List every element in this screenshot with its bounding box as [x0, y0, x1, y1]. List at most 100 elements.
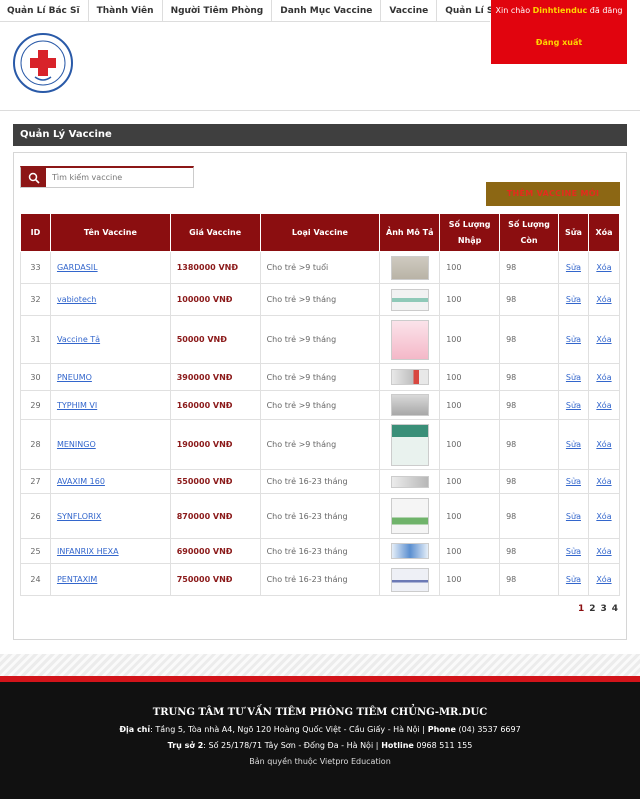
- delete-link[interactable]: Xóa: [596, 335, 611, 344]
- greet-suffix: đã đăng: [587, 6, 623, 15]
- footer-stripes: [0, 654, 640, 676]
- edit-link[interactable]: Sửa: [566, 512, 581, 521]
- search-icon[interactable]: [21, 168, 46, 187]
- table-row: 24 PENTAXIM 750000 VNĐ Cho trẻ 16-23 thá…: [20, 563, 621, 596]
- cell-qty-in: 100: [439, 363, 501, 391]
- add-vaccine-button[interactable]: THÊM VACCINE MỚI: [486, 182, 620, 206]
- vaccine-name-link[interactable]: INFANRIX HEXA: [57, 547, 119, 556]
- edit-link[interactable]: Sửa: [566, 373, 581, 382]
- vaccine-name-link[interactable]: SYNFLORIX: [57, 512, 101, 521]
- cell-price: 190000 VNĐ: [169, 419, 261, 470]
- table-header-row: ID Tên Vaccine Giá Vaccine Loại Vaccine …: [20, 213, 621, 252]
- vaccine-thumbnail: [390, 255, 429, 280]
- nav-item-patients[interactable]: Người Tiêm Phòng: [163, 0, 273, 22]
- nav-item-doctors[interactable]: Quản Lí Bác Sĩ: [0, 0, 89, 22]
- cell-qty-left: 98: [499, 419, 559, 470]
- edit-link[interactable]: Sửa: [566, 440, 581, 449]
- table-row: 31 Vaccine Tả 50000 VNĐ Cho trẻ >9 tháng…: [20, 315, 621, 364]
- vaccine-name-link[interactable]: MENINGO: [57, 440, 96, 449]
- vaccine-name-link[interactable]: TYPHIM VI: [57, 401, 97, 410]
- col-header-name: Tên Vaccine: [49, 213, 171, 252]
- edit-link[interactable]: Sửa: [566, 547, 581, 556]
- vaccine-name-link[interactable]: PENTAXIM: [57, 575, 97, 584]
- edit-link[interactable]: Sửa: [566, 335, 581, 344]
- delete-link[interactable]: Xóa: [596, 440, 611, 449]
- vaccine-name-link[interactable]: AVAXIM 160: [57, 477, 105, 486]
- footer-title: TRUNG TÂM TƯ VẤN TIÊM PHÒNG TIÊM CHỦNG-M…: [152, 707, 488, 718]
- vaccine-thumbnail: [390, 369, 429, 385]
- col-header-image: Ảnh Mô Tả: [379, 213, 441, 252]
- vaccine-name-link[interactable]: GARDASIL: [57, 263, 98, 272]
- cell-id: 32: [20, 283, 51, 316]
- cell-type: Cho trẻ >9 tháng: [259, 315, 381, 364]
- cell-qty-left: 98: [499, 538, 559, 564]
- search-input[interactable]: [46, 168, 193, 187]
- table-row: 28 MENINGO 190000 VNĐ Cho trẻ >9 tháng 1…: [20, 419, 621, 470]
- cell-price: 50000 VNĐ: [169, 315, 261, 364]
- address-text: : Tầng 5, Tòa nhà A4, Ngõ 120 Hoàng Quốc…: [150, 725, 425, 734]
- delete-link[interactable]: Xóa: [596, 547, 611, 556]
- cell-qty-in: 100: [439, 283, 501, 316]
- phone-label: Phone: [424, 725, 456, 734]
- footer-address2-line: Trụ sở 2: Số 25/178/71 Tây Sơn - Đống Đa…: [0, 741, 640, 750]
- top-nav: Quản Lí Bác Sĩ Thành Viên Người Tiêm Phò…: [0, 0, 537, 22]
- cell-type: Cho trẻ 16-23 tháng: [259, 493, 381, 539]
- cell-price: 550000 VNĐ: [169, 469, 261, 494]
- cell-id: 26: [20, 493, 51, 539]
- delete-link[interactable]: Xóa: [596, 263, 611, 272]
- col-header-id: ID: [20, 213, 51, 252]
- vaccine-thumbnail: [390, 567, 429, 592]
- vaccine-name-link[interactable]: PNEUMO: [57, 373, 92, 382]
- cell-qty-left: 98: [499, 493, 559, 539]
- vaccine-thumbnail: [390, 288, 429, 311]
- page-link-3[interactable]: 3: [601, 604, 607, 614]
- cell-qty-left: 98: [499, 390, 559, 420]
- cell-price: 870000 VNĐ: [169, 493, 261, 539]
- search-box: [20, 166, 194, 188]
- delete-link[interactable]: Xóa: [596, 512, 611, 521]
- vaccine-name-link[interactable]: Vaccine Tả: [57, 335, 100, 344]
- cell-qty-in: 100: [439, 419, 501, 470]
- nav-item-vaccine-categories[interactable]: Danh Mục Vaccine: [272, 0, 382, 22]
- cell-qty-in: 100: [439, 390, 501, 420]
- footer: TRUNG TÂM TƯ VẤN TIÊM PHÒNG TIÊM CHỦNG-M…: [0, 682, 640, 799]
- footer-copyright: Bản quyền thuộc Vietpro Education: [249, 757, 391, 766]
- col-header-qty-in: Số Lượng Nhập: [439, 213, 501, 252]
- cell-id: 25: [20, 538, 51, 564]
- table-row: 25 INFANRIX HEXA 690000 VNĐ Cho trẻ 16-2…: [20, 538, 621, 564]
- vaccine-name-link[interactable]: vabiotech: [57, 295, 96, 304]
- cell-price: 160000 VNĐ: [169, 390, 261, 420]
- col-header-type: Loại Vaccine: [259, 213, 381, 252]
- cell-price: 690000 VNĐ: [169, 538, 261, 564]
- page-link-2[interactable]: 2: [589, 604, 595, 614]
- delete-link[interactable]: Xóa: [596, 575, 611, 584]
- address2-text: : Số 25/178/71 Tây Sơn - Đống Đa - Hà Nộ…: [203, 741, 379, 750]
- table-row: 30 PNEUMO 390000 VNĐ Cho trẻ >9 tháng 10…: [20, 363, 621, 391]
- cell-type: Cho trẻ >9 tháng: [259, 283, 381, 316]
- page-link-1[interactable]: 1: [578, 604, 584, 614]
- vaccine-thumbnail: [390, 319, 429, 360]
- vaccine-thumbnail: [390, 423, 429, 466]
- page-link-4[interactable]: 4: [612, 604, 618, 614]
- delete-link[interactable]: Xóa: [596, 401, 611, 410]
- edit-link[interactable]: Sửa: [566, 295, 581, 304]
- edit-link[interactable]: Sửa: [566, 575, 581, 584]
- cell-id: 24: [20, 563, 51, 596]
- logout-link[interactable]: Đăng xuất: [491, 38, 627, 47]
- edit-link[interactable]: Sửa: [566, 263, 581, 272]
- cell-price: 390000 VNĐ: [169, 363, 261, 391]
- nav-item-vaccine[interactable]: Vaccine: [381, 0, 438, 22]
- greet-prefix: Xin chào: [495, 6, 533, 15]
- footer-address-line: Địa chỉ: Tầng 5, Tòa nhà A4, Ngõ 120 Hoà…: [0, 725, 640, 734]
- cell-qty-in: 100: [439, 251, 501, 284]
- delete-link[interactable]: Xóa: [596, 295, 611, 304]
- delete-link[interactable]: Xóa: [596, 477, 611, 486]
- edit-link[interactable]: Sửa: [566, 477, 581, 486]
- cell-price: 100000 VNĐ: [169, 283, 261, 316]
- delete-link[interactable]: Xóa: [596, 373, 611, 382]
- nav-item-members[interactable]: Thành Viên: [89, 0, 163, 22]
- col-header-edit: Sửa: [557, 213, 589, 252]
- cell-id: 29: [20, 390, 51, 420]
- edit-link[interactable]: Sửa: [566, 401, 581, 410]
- cell-type: Cho trẻ 16-23 tháng: [259, 538, 381, 564]
